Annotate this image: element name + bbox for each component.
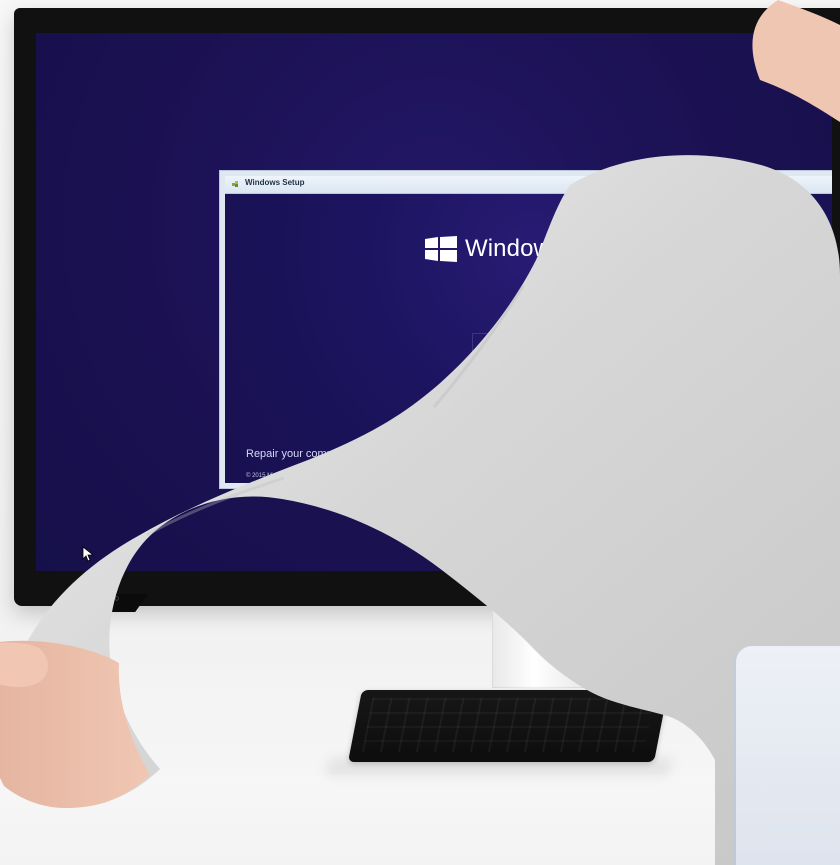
person-silhouette (0, 0, 840, 865)
photo-scene: Windows Setup Windows Repair your comput… (0, 0, 840, 865)
chair-back (734, 646, 840, 865)
